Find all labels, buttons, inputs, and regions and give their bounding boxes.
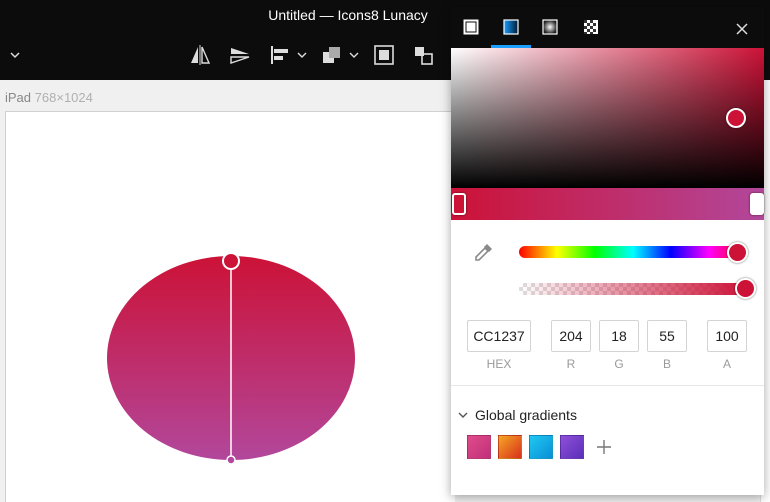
flip-horizontal-icon[interactable] [185,40,215,70]
saturation-value-area[interactable] [451,48,764,188]
pattern-icon[interactable] [579,15,603,39]
mask-icon[interactable] [369,40,399,70]
gradient-end-handle[interactable] [226,455,236,465]
hue-slider-handle[interactable] [727,242,749,263]
red-label: R [566,357,576,371]
chevron-down-icon[interactable] [0,40,30,70]
alpha-slider-handle[interactable] [734,278,756,299]
hex-label: HEX [486,357,512,371]
gradient-stops-bar[interactable] [451,188,764,220]
blue-input[interactable]: 55 [647,320,687,352]
artboard-name: iPad [5,90,32,105]
artboard-size: 768×1024 [34,90,93,105]
green-label: G [614,357,624,371]
gradient-swatch-cyan[interactable] [529,435,553,459]
gradient-start-handle[interactable] [222,252,240,270]
boolean-icon[interactable] [317,40,347,70]
color-picker-panel: CC1237 204 18 55 100 HEX R G B A Global … [451,7,764,495]
window-title: Untitled — Icons8 Lunacy [268,7,428,23]
gradient-stop-start[interactable] [452,193,466,215]
solid-fill-icon[interactable] [459,15,483,39]
red-input[interactable]: 204 [551,320,591,352]
add-gradient-icon[interactable] [592,435,616,459]
alpha-input[interactable]: 100 [707,320,747,352]
align-dropdown-chevron-icon[interactable] [292,40,312,70]
saturation-value-handle[interactable] [726,108,746,128]
eyedropper-icon[interactable] [471,239,497,265]
align-icon[interactable] [265,40,295,70]
alpha-slider-track[interactable] [519,283,747,295]
gradient-swatch-orange[interactable] [498,435,522,459]
hue-slider-track[interactable] [519,246,747,258]
linear-gradient-icon[interactable] [499,15,523,39]
blue-label: B [662,357,671,371]
gradient-swatch-pink[interactable] [467,435,491,459]
global-gradients-toggle[interactable]: Global gradients [457,405,577,425]
flip-vertical-icon[interactable] [225,40,255,70]
gradient-swatch-purple[interactable] [560,435,584,459]
hex-input[interactable]: CC1237 [467,320,531,352]
artboard-label[interactable]: iPad 768×1024 [5,90,93,105]
global-gradients-title: Global gradients [475,407,577,423]
group-icon[interactable] [409,40,439,70]
fill-type-tabs [451,7,764,48]
gradient-stop-end[interactable] [750,193,764,215]
radial-gradient-icon[interactable] [538,15,562,39]
chevron-down-icon [458,412,468,418]
green-input[interactable]: 18 [599,320,639,352]
alpha-label: A [722,357,731,371]
section-divider [451,385,764,386]
close-icon[interactable] [730,17,754,41]
boolean-dropdown-chevron-icon[interactable] [344,40,364,70]
